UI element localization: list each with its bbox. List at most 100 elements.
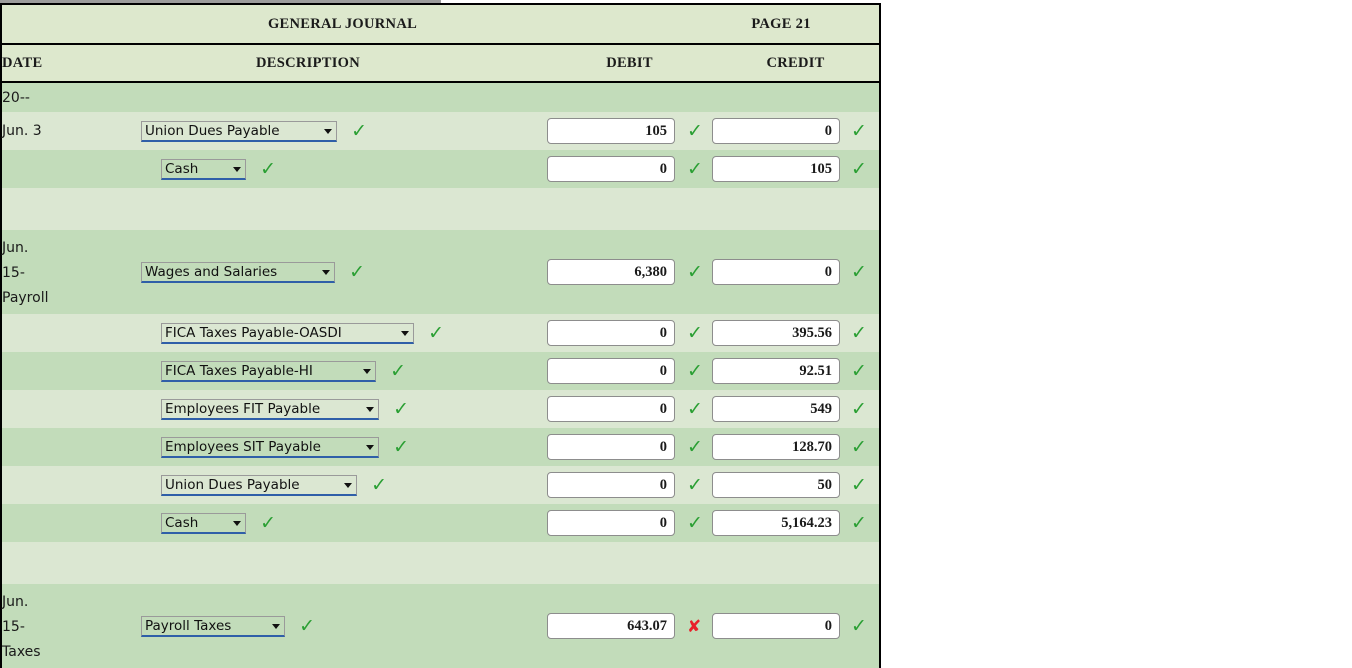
- account-select[interactable]: Union Dues Payable: [141, 121, 337, 142]
- credit-mark-cell: ✓: [847, 150, 881, 188]
- entry-description: Cash ✓: [69, 504, 547, 542]
- column-header-debit: DEBIT: [547, 43, 713, 83]
- account-select[interactable]: Cash: [161, 513, 246, 534]
- account-select[interactable]: Wages and Salaries: [141, 262, 335, 283]
- credit-input[interactable]: [712, 396, 841, 422]
- debit-cell: [547, 504, 684, 542]
- debit-check-icon: ✓: [687, 474, 703, 496]
- debit-check-icon: ✓: [687, 322, 703, 344]
- debit-mark-cell: ✓: [683, 504, 713, 542]
- account-select-wrap[interactable]: Union Dues Payable: [141, 120, 337, 142]
- credit-input[interactable]: [712, 156, 841, 182]
- account-select-wrap[interactable]: Union Dues Payable: [161, 474, 357, 496]
- credit-input[interactable]: [712, 510, 841, 536]
- year-label: 20--: [1, 82, 69, 112]
- debit-cell: [547, 584, 684, 668]
- account-check-icon: ✓: [349, 260, 366, 283]
- credit-cell: [712, 428, 848, 466]
- entry-description: FICA Taxes Payable-OASDI ✓: [69, 314, 547, 352]
- account-select[interactable]: Employees FIT Payable: [161, 399, 379, 420]
- account-select-wrap[interactable]: Employees FIT Payable: [161, 398, 379, 420]
- debit-mark-cell: ✓: [683, 230, 713, 314]
- debit-input[interactable]: [547, 156, 675, 182]
- table-row: Jun. 15- Payroll Wages and Salaries ✓ 6,…: [1, 230, 881, 314]
- account-select[interactable]: Employees SIT Payable: [161, 437, 379, 458]
- entry-description: Union Dues Payable ✓: [69, 112, 547, 150]
- debit-mark-cell: ✓: [683, 466, 713, 504]
- credit-input[interactable]: [712, 358, 841, 384]
- entry-date-line: 15-: [2, 618, 25, 635]
- account-select-wrap[interactable]: FICA Taxes Payable-OASDI: [161, 322, 414, 344]
- entry-date: [1, 314, 69, 352]
- credit-check-icon: ✓: [851, 158, 867, 180]
- account-select[interactable]: Payroll Taxes: [141, 616, 285, 637]
- debit-mark-cell: ✓: [683, 150, 713, 188]
- entry-description: Union Dues Payable ✓: [69, 466, 547, 504]
- spacer-debit: [547, 542, 684, 584]
- spacer-credit-mark: [847, 542, 881, 584]
- table-row: FICA Taxes Payable-HI ✓ ✓ ✓: [1, 352, 881, 390]
- account-check-icon: ✓: [260, 511, 277, 534]
- debit-input[interactable]: [547, 613, 675, 639]
- debit-check-icon: ✓: [687, 512, 703, 534]
- table-row: Jun. 15- Taxes Payroll Taxes ✓ 643.07 ✘ …: [1, 584, 881, 668]
- credit-input[interactable]: [712, 259, 841, 285]
- credit-cell: [712, 150, 848, 188]
- entry-description: Employees FIT Payable ✓: [69, 390, 547, 428]
- spacer-date: [1, 188, 69, 230]
- account-check-icon: ✓: [393, 435, 410, 458]
- debit-cross-icon: ✘: [687, 616, 702, 637]
- credit-input[interactable]: [712, 320, 841, 346]
- account-select-wrap[interactable]: Wages and Salaries: [141, 261, 335, 283]
- account-select[interactable]: FICA Taxes Payable-OASDI: [161, 323, 414, 344]
- table-row: Employees SIT Payable ✓ ✓ ✓: [1, 428, 881, 466]
- account-select[interactable]: Union Dues Payable: [161, 475, 357, 496]
- credit-input[interactable]: [712, 118, 841, 144]
- account-select-wrap[interactable]: Employees SIT Payable: [161, 436, 379, 458]
- debit-cell: [547, 466, 684, 504]
- debit-check-icon: ✓: [687, 158, 703, 180]
- credit-mark-cell: ✓: [847, 314, 881, 352]
- spacer-credit: [712, 542, 848, 584]
- debit-input[interactable]: [547, 396, 675, 422]
- account-select[interactable]: Cash: [161, 159, 246, 180]
- credit-check-icon: ✓: [851, 360, 867, 382]
- debit-input[interactable]: [547, 472, 675, 498]
- entry-description: FICA Taxes Payable-HI ✓: [69, 352, 547, 390]
- debit-input[interactable]: [547, 118, 675, 144]
- entry-date: [1, 352, 69, 390]
- credit-cell: [712, 584, 848, 668]
- year-row-debit: [547, 82, 684, 112]
- credit-mark-cell: ✓: [847, 230, 881, 314]
- credit-cell: [712, 352, 848, 390]
- debit-mark-cell: ✘: [683, 584, 713, 668]
- account-select-wrap[interactable]: Cash: [161, 158, 246, 180]
- entry-description: Wages and Salaries ✓: [69, 230, 547, 314]
- credit-cell: [712, 230, 848, 314]
- table-row: Cash ✓ ✓ ✓: [1, 504, 881, 542]
- entry-date: Jun. 15- Taxes: [1, 584, 69, 668]
- credit-cell: [712, 390, 848, 428]
- entry-description: Employees SIT Payable ✓: [69, 428, 547, 466]
- credit-cell: [712, 314, 848, 352]
- account-check-icon: ✓: [428, 321, 445, 344]
- spacer-desc: [69, 188, 547, 230]
- account-select-wrap[interactable]: FICA Taxes Payable-HI: [161, 360, 376, 382]
- entry-date: [1, 150, 69, 188]
- entry-date: Jun. 3: [1, 112, 69, 150]
- credit-input[interactable]: [712, 434, 841, 460]
- credit-input[interactable]: [712, 613, 841, 639]
- debit-input[interactable]: [547, 259, 675, 285]
- debit-input[interactable]: [547, 510, 675, 536]
- credit-input[interactable]: [712, 472, 841, 498]
- entry-date: [1, 466, 69, 504]
- account-select-wrap[interactable]: Cash: [161, 512, 246, 534]
- debit-input[interactable]: [547, 434, 675, 460]
- account-select-wrap[interactable]: Payroll Taxes: [141, 615, 285, 637]
- account-check-icon: ✓: [393, 397, 410, 420]
- debit-input[interactable]: [547, 320, 675, 346]
- debit-input[interactable]: [547, 358, 675, 384]
- table-row: Union Dues Payable ✓ ✓ ✓: [1, 466, 881, 504]
- account-select[interactable]: FICA Taxes Payable-HI: [161, 361, 376, 382]
- credit-check-icon: ✓: [851, 615, 867, 637]
